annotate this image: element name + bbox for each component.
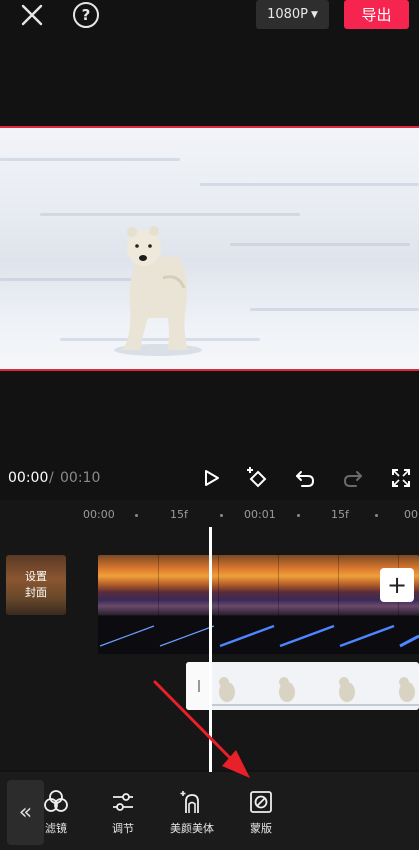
total-time: 00:10 (60, 470, 101, 486)
redo-icon[interactable] (339, 464, 367, 492)
polar-bear-image (114, 226, 202, 356)
ruler-label: 00 (404, 508, 418, 521)
mask-icon (231, 788, 291, 818)
tool-label: 蒙版 (250, 822, 272, 835)
bottom-toolbar: « 滤镜 调节 美颜美体 蒙版 (0, 772, 419, 850)
snow-ridge (230, 243, 410, 246)
cover-label: 设置封面 (25, 570, 47, 599)
undo-icon[interactable] (291, 464, 319, 492)
ruler-tick (375, 514, 378, 517)
video-preview[interactable] (0, 126, 419, 371)
snow-ridge (40, 213, 300, 216)
beauty-icon (162, 788, 222, 818)
snow-ridge (0, 158, 180, 161)
waveform (99, 624, 419, 648)
dropdown-arrow-icon: ▼ (311, 9, 318, 20)
clip-thumbnails (212, 677, 419, 706)
time-separator: / (49, 470, 54, 486)
snow-ridge (200, 183, 419, 186)
ruler-tick (220, 514, 223, 517)
close-icon[interactable] (18, 2, 46, 28)
adjust-icon (93, 788, 153, 818)
frame-divider (338, 555, 339, 615)
tool-mask[interactable]: 蒙版 (231, 788, 291, 836)
keyframe-icon[interactable] (243, 464, 271, 492)
tool-label: 美颜美体 (170, 822, 214, 835)
tool-beauty[interactable]: 美颜美体 (162, 788, 222, 836)
video-clip-polar-bear[interactable] (186, 662, 419, 710)
help-icon[interactable]: ? (73, 2, 99, 28)
tool-label: 调节 (112, 822, 134, 835)
frame-divider (218, 555, 219, 615)
frame-divider (278, 555, 279, 615)
set-cover-button[interactable]: 设置封面 (6, 555, 66, 615)
video-clip-sunset[interactable] (98, 555, 419, 615)
ruler-label: 00:00 (83, 508, 115, 521)
resolution-label: 1080P (267, 7, 308, 22)
ruler-tick (135, 514, 138, 517)
tool-adjust[interactable]: 调节 (93, 788, 153, 836)
audio-waveform-track[interactable] (98, 616, 419, 654)
play-icon[interactable] (197, 464, 225, 492)
ruler-label: 00:01 (244, 508, 276, 521)
filter-icon (26, 788, 86, 818)
ruler-label: 15f (170, 508, 188, 521)
snow-ridge (250, 308, 419, 311)
frame-divider (158, 555, 159, 615)
playhead[interactable] (209, 527, 212, 772)
fullscreen-icon[interactable] (387, 464, 415, 492)
tool-filter[interactable]: 滤镜 (26, 788, 86, 836)
export-button[interactable]: 导出 (344, 0, 409, 29)
ruler-tick (297, 514, 300, 517)
ruler-label: 15f (331, 508, 349, 521)
top-bar: ? 1080P ▼ 导出 (0, 0, 419, 30)
tool-label: 滤镜 (45, 822, 67, 835)
current-time: 00:00 (8, 470, 49, 486)
add-clip-button[interactable]: + (380, 568, 414, 602)
resolution-button[interactable]: 1080P ▼ (256, 0, 329, 29)
playback-bar: 00:00 / 00:10 (0, 460, 419, 498)
